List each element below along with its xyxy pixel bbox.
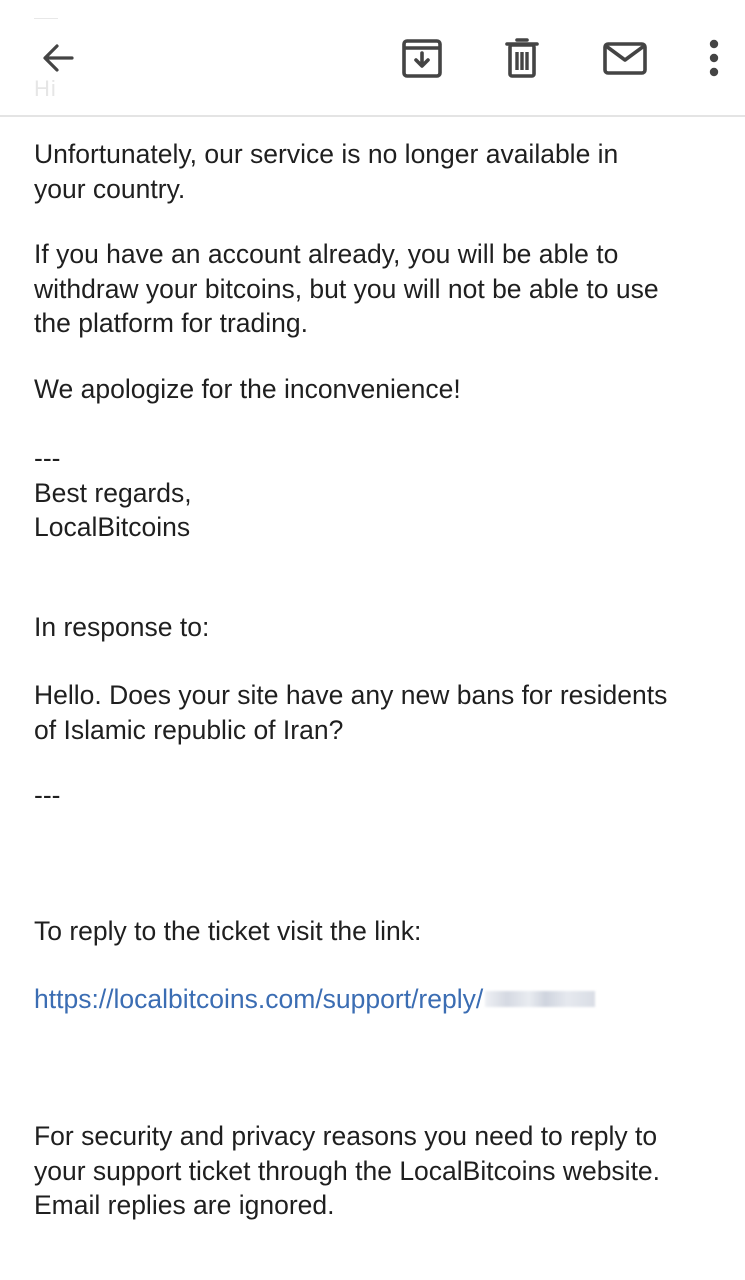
body-paragraph: In response to:	[34, 612, 210, 642]
quoted-message: Hello. Does your site have any new bans …	[34, 680, 668, 745]
signature: --- Best regards, LocalBitcoins	[34, 443, 192, 542]
body-paragraph: If you have an account already, you will…	[34, 239, 659, 338]
more-vertical-icon	[709, 39, 719, 77]
archive-button[interactable]	[394, 30, 450, 86]
support-reply-link[interactable]: https://localbitcoins.com/support/reply/	[34, 982, 596, 1017]
body-paragraph: To reply to the ticket visit the link:	[34, 916, 422, 946]
body-paragraph: Unfortunately, our service is no longer …	[34, 139, 619, 204]
more-options-button[interactable]	[686, 30, 742, 86]
body-paragraph: We apologize for the inconvenience!	[34, 374, 461, 404]
back-button[interactable]	[30, 30, 86, 86]
trash-icon	[505, 38, 539, 78]
archive-icon	[402, 39, 442, 78]
redacted-ticket-id	[485, 991, 596, 1007]
separator-text: ---	[34, 780, 61, 810]
mark-unread-button[interactable]	[597, 30, 653, 86]
body-paragraph: For security and privacy reasons you nee…	[34, 1121, 661, 1220]
ghost-divider	[34, 18, 58, 19]
app-bar: Hi	[0, 0, 745, 117]
delete-button[interactable]	[494, 30, 550, 86]
arrow-left-icon	[43, 44, 74, 72]
mail-icon	[603, 42, 647, 75]
support-reply-link-text: https://localbitcoins.com/support/reply/	[34, 984, 484, 1014]
